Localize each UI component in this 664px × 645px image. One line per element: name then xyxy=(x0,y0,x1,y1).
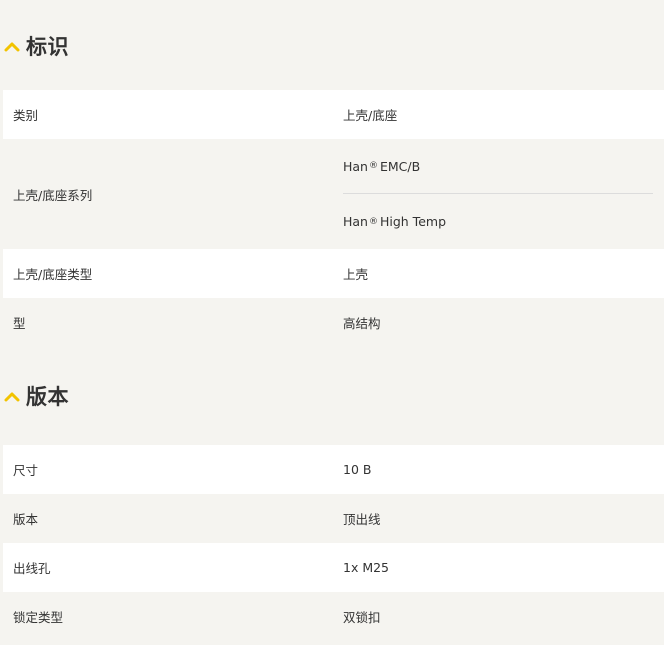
table-row: 上壳/底座类型 上壳 xyxy=(3,249,664,298)
value-suffix: High Temp xyxy=(379,214,446,229)
table-row: 上壳/底座系列 Han ® EMC/B Han ® High Temp xyxy=(3,139,664,249)
table-row: 尺寸 10 B xyxy=(3,445,664,494)
chevron-up-icon[interactable] xyxy=(3,38,21,56)
table-row: 型 高结构 xyxy=(3,298,664,347)
spec-table: 尺寸 10 B 版本 顶出线 出线孔 1x M25 锁定类型 双锁扣 xyxy=(3,445,664,641)
row-value: 上壳/底座 xyxy=(343,108,398,123)
row-value-list: Han ® EMC/B Han ® High Temp xyxy=(333,139,664,249)
table-row: 出线孔 1x M25 xyxy=(3,543,664,592)
table-row: 版本 顶出线 xyxy=(3,494,664,543)
section-title: 版本 xyxy=(26,385,69,409)
section-header-version[interactable]: 版本 xyxy=(0,347,664,445)
chevron-up-icon[interactable] xyxy=(3,388,21,406)
row-label: 上壳/底座类型 xyxy=(13,267,93,282)
row-value: 双锁扣 xyxy=(343,610,381,625)
row-label: 型 xyxy=(13,316,26,331)
row-label: 尺寸 xyxy=(13,463,39,478)
row-value-item: Han ® High Temp xyxy=(343,214,446,229)
spec-table: 类别 上壳/底座 上壳/底座系列 Han ® EMC/B Han ® High Temp… xyxy=(3,90,664,347)
section-title: 标识 xyxy=(26,35,69,59)
section-header-identification[interactable]: 标识 xyxy=(0,0,664,90)
row-label: 出线孔 xyxy=(13,561,51,576)
row-value: 顶出线 xyxy=(343,512,381,527)
row-label: 上壳/底座系列 xyxy=(13,187,93,203)
table-row: 锁定类型 双锁扣 xyxy=(3,592,664,641)
value-prefix: Han xyxy=(343,214,368,229)
row-value: 上壳 xyxy=(343,267,369,282)
value-prefix: Han xyxy=(343,158,368,174)
row-label: 锁定类型 xyxy=(13,610,64,625)
table-row: 类别 上壳/底座 xyxy=(3,90,664,139)
section-version: 版本 尺寸 10 B 版本 顶出线 出线孔 1x M25 锁定类型 双锁扣 xyxy=(0,347,664,641)
row-value: 高结构 xyxy=(343,316,381,331)
row-value-item: Han ® EMC/B xyxy=(343,139,653,194)
row-label: 类别 xyxy=(13,108,39,123)
section-identification: 标识 类别 上壳/底座 上壳/底座系列 Han ® EMC/B Han ® High T… xyxy=(0,0,664,347)
row-value: 10 B xyxy=(343,462,372,477)
value-suffix: EMC/B xyxy=(379,158,421,174)
row-label: 版本 xyxy=(13,512,39,527)
row-value: 1x M25 xyxy=(343,560,390,575)
